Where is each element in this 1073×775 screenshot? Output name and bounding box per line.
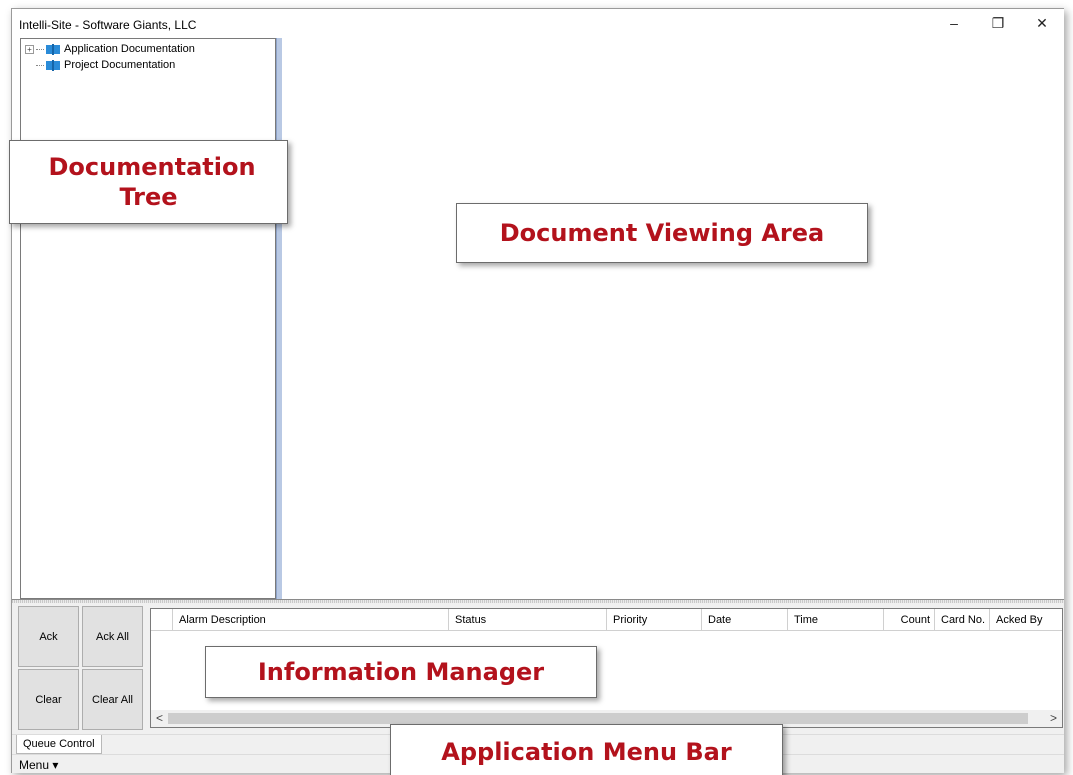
scroll-thumb[interactable] [168,713,1028,724]
column-header-card-no[interactable]: Card No. [935,609,990,631]
callout-document-viewing-area: Document Viewing Area [456,203,868,263]
title-bar[interactable]: Intelli-Site - Software Giants, LLC – ❐ … [12,9,1064,37]
column-header-alarm-description[interactable]: Alarm Description [173,609,449,631]
column-header-status[interactable]: Status [449,609,607,631]
window-title: Intelli-Site - Software Giants, LLC [19,18,197,32]
ack-all-button[interactable]: Ack All [82,606,143,667]
scroll-right-icon[interactable]: > [1045,710,1062,727]
column-header-time[interactable]: Time [788,609,884,631]
document-viewing-area[interactable] [282,38,1064,599]
tree-item-label: Application Documentation [64,43,195,55]
column-header-priority[interactable]: Priority [607,609,702,631]
tab-queue-control[interactable]: Queue Control [16,735,102,754]
grid-header: Alarm Description Status Priority Date T… [151,609,1062,631]
clear-button[interactable]: Clear [18,669,79,730]
close-button[interactable]: ✕ [1020,11,1064,35]
ack-button[interactable]: Ack [18,606,79,667]
row-header-corner [151,609,173,631]
column-header-count[interactable]: Count [884,609,935,631]
menu-dropdown[interactable]: Menu ▾ [19,758,58,772]
tree-item-project-documentation[interactable]: Project Documentation [25,57,175,73]
book-icon [46,43,60,55]
clear-all-button[interactable]: Clear All [82,669,143,730]
callout-documentation-tree: Documentation Tree [9,140,288,224]
scroll-left-icon[interactable]: < [151,710,168,727]
expand-icon[interactable]: + [25,44,34,54]
tree-connector [36,48,44,50]
restore-button[interactable]: ❐ [976,11,1020,35]
minimize-button[interactable]: – [932,11,976,35]
tree-item-application-documentation[interactable]: + Application Documentation [25,41,195,57]
column-header-date[interactable]: Date [702,609,788,631]
tree-connector [36,64,44,66]
book-icon [46,59,60,71]
callout-information-manager: Information Manager [205,646,597,698]
column-header-acked-by[interactable]: Acked By [990,609,1062,631]
callout-application-menu-bar: Application Menu Bar [390,724,783,775]
documentation-tree[interactable]: + Application Documentation Project Docu… [20,38,276,599]
tree-item-label: Project Documentation [64,59,176,71]
